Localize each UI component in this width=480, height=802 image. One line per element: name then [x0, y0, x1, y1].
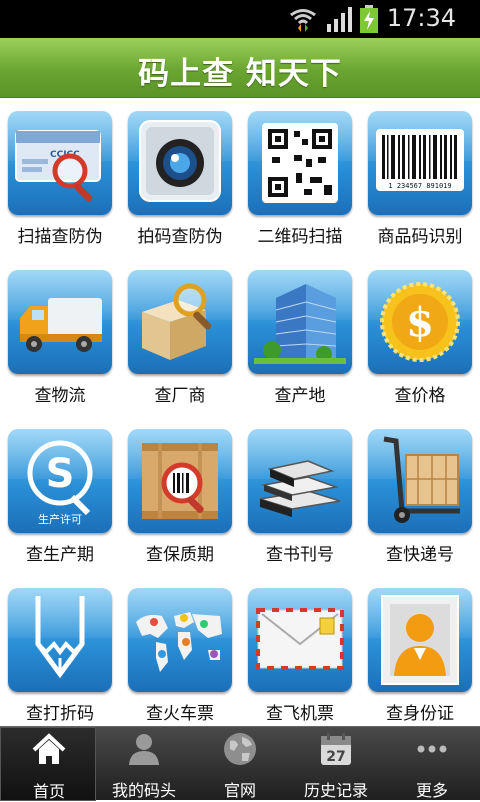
crate-barcode-icon — [142, 443, 218, 519]
status-bar: 17:34 — [0, 0, 480, 38]
grid-item-train-ticket[interactable]: 查火车票 — [120, 575, 240, 734]
tile[interactable] — [368, 429, 472, 533]
tile[interactable] — [128, 270, 232, 374]
tile[interactable] — [368, 588, 472, 692]
tab-label: 我的码头 — [111, 781, 176, 800]
qr-code-icon — [262, 123, 338, 203]
tile[interactable] — [248, 588, 352, 692]
svg-text:$: $ — [406, 299, 434, 346]
qs-text: 生产许可 — [38, 512, 82, 526]
calendar-icon: 27 — [321, 733, 351, 765]
grid-item-label: 查厂商 — [154, 386, 206, 406]
grid-item-label: 查保质期 — [146, 545, 214, 565]
tab-more[interactable]: 更多 — [384, 727, 480, 801]
feature-grid: CCICC 扫描查防伪 拍码查防伪 — [0, 98, 480, 726]
more-dots-icon — [417, 745, 447, 753]
svg-text:S: S — [46, 451, 75, 497]
barcode-digits: 1 234567 891019 — [388, 182, 451, 190]
tab-label: 官网 — [223, 781, 256, 800]
grid-item-label: 查价格 — [394, 386, 446, 406]
grid-item-express[interactable]: 查快递号 — [360, 416, 480, 575]
grid-item-price[interactable]: $ 查价格 — [360, 257, 480, 416]
tab-history[interactable]: 27 历史记录 — [288, 727, 384, 801]
tile[interactable]: $ — [368, 270, 472, 374]
grid-item-label: 查产地 — [274, 386, 326, 406]
building-icon — [254, 284, 346, 364]
grid-item-production-date[interactable]: S 生产许可 查生产期 — [0, 416, 120, 575]
grid-item-label: 拍码查防伪 — [137, 227, 223, 247]
grid-item-id-card[interactable]: 查身份证 — [360, 575, 480, 734]
camera-icon — [139, 120, 221, 202]
tile[interactable] — [248, 429, 352, 533]
grid-item-label: 扫描查防伪 — [17, 227, 103, 247]
grid-item-anti-fake-scan[interactable]: CCICC 扫描查防伪 — [0, 98, 120, 257]
grid-item-flight-ticket[interactable]: 查飞机票 — [240, 575, 360, 734]
grid-item-label: 二维码扫描 — [257, 227, 343, 247]
tab-label: 历史记录 — [303, 781, 368, 800]
tile[interactable] — [128, 588, 232, 692]
tile[interactable]: S 生产许可 — [8, 429, 112, 533]
grid-item-qr-scan[interactable]: 二维码扫描 — [240, 98, 360, 257]
tile[interactable]: CCICC — [8, 111, 112, 215]
grid-item-logistics[interactable]: 查物流 — [0, 257, 120, 416]
grid-item-book-number[interactable]: 查书刊号 — [240, 416, 360, 575]
hand-truck-icon — [383, 436, 460, 523]
grid-item-label: 查火车票 — [146, 704, 214, 724]
tile[interactable] — [248, 111, 352, 215]
home-icon — [32, 733, 66, 764]
tab-home[interactable]: 首页 — [0, 727, 96, 801]
barcode-icon: 1 234567 891019 — [376, 129, 464, 191]
tile[interactable]: 1 234567 891019 — [368, 111, 472, 215]
tile[interactable] — [8, 588, 112, 692]
grid-item-label: 查打折码 — [26, 704, 94, 724]
user-icon — [129, 734, 159, 765]
tile[interactable] — [8, 270, 112, 374]
tile[interactable] — [128, 429, 232, 533]
tile[interactable] — [248, 270, 352, 374]
box-magnifier-icon — [142, 283, 212, 360]
grid-item-photo-anti-fake[interactable]: 拍码查防伪 — [120, 98, 240, 257]
grid-item-origin[interactable]: 查产地 — [240, 257, 360, 416]
grid-item-barcode[interactable]: 1 234567 891019 商品码识别 — [360, 98, 480, 257]
tab-label: 首页 — [32, 782, 65, 801]
signal-icon — [327, 7, 352, 32]
app-header: 码上查 知天下 — [0, 38, 480, 98]
globe-icon — [224, 733, 256, 765]
grid-item-label: 查物流 — [34, 386, 86, 406]
calendar-day: 27 — [326, 749, 345, 765]
truck-icon — [20, 298, 102, 352]
id-portrait-icon — [381, 595, 459, 685]
grid-item-discount-code[interactable]: 查打折码 — [0, 575, 120, 734]
tab-official-site[interactable]: 官网 — [192, 727, 288, 801]
page-title: 码上查 知天下 — [138, 56, 342, 92]
grid-item-shelf-life[interactable]: 查保质期 — [120, 416, 240, 575]
grid-item-label: 查书刊号 — [266, 545, 334, 565]
grid-item-label: 商品码识别 — [377, 227, 463, 247]
dollar-coin-icon: $ — [380, 282, 460, 362]
qs-license-icon: S 生产许可 — [27, 440, 93, 526]
grid-item-manufacturer[interactable]: 查厂商 — [120, 257, 240, 416]
grid-item-label: 查飞机票 — [266, 704, 334, 724]
books-icon — [259, 460, 341, 517]
pencil-icon — [35, 596, 85, 679]
airmail-envelope-icon — [256, 608, 344, 670]
grid-item-label: 查身份证 — [386, 704, 454, 724]
battery-charging-icon — [360, 5, 378, 33]
wifi-icon — [290, 9, 316, 32]
world-map-icon — [136, 612, 222, 672]
tab-my-dock[interactable]: 我的码头 — [96, 727, 192, 801]
grid-item-label: 查快递号 — [386, 545, 454, 565]
clock: 17:34 — [386, 4, 456, 32]
tile[interactable] — [128, 111, 232, 215]
tab-label: 更多 — [415, 781, 448, 800]
id-card-magnifier-icon: CCICC — [15, 130, 101, 202]
bottom-tab-bar: 首页 我的码头 官网 27 历史记录 更多 — [0, 726, 480, 801]
grid-item-label: 查生产期 — [26, 545, 94, 565]
